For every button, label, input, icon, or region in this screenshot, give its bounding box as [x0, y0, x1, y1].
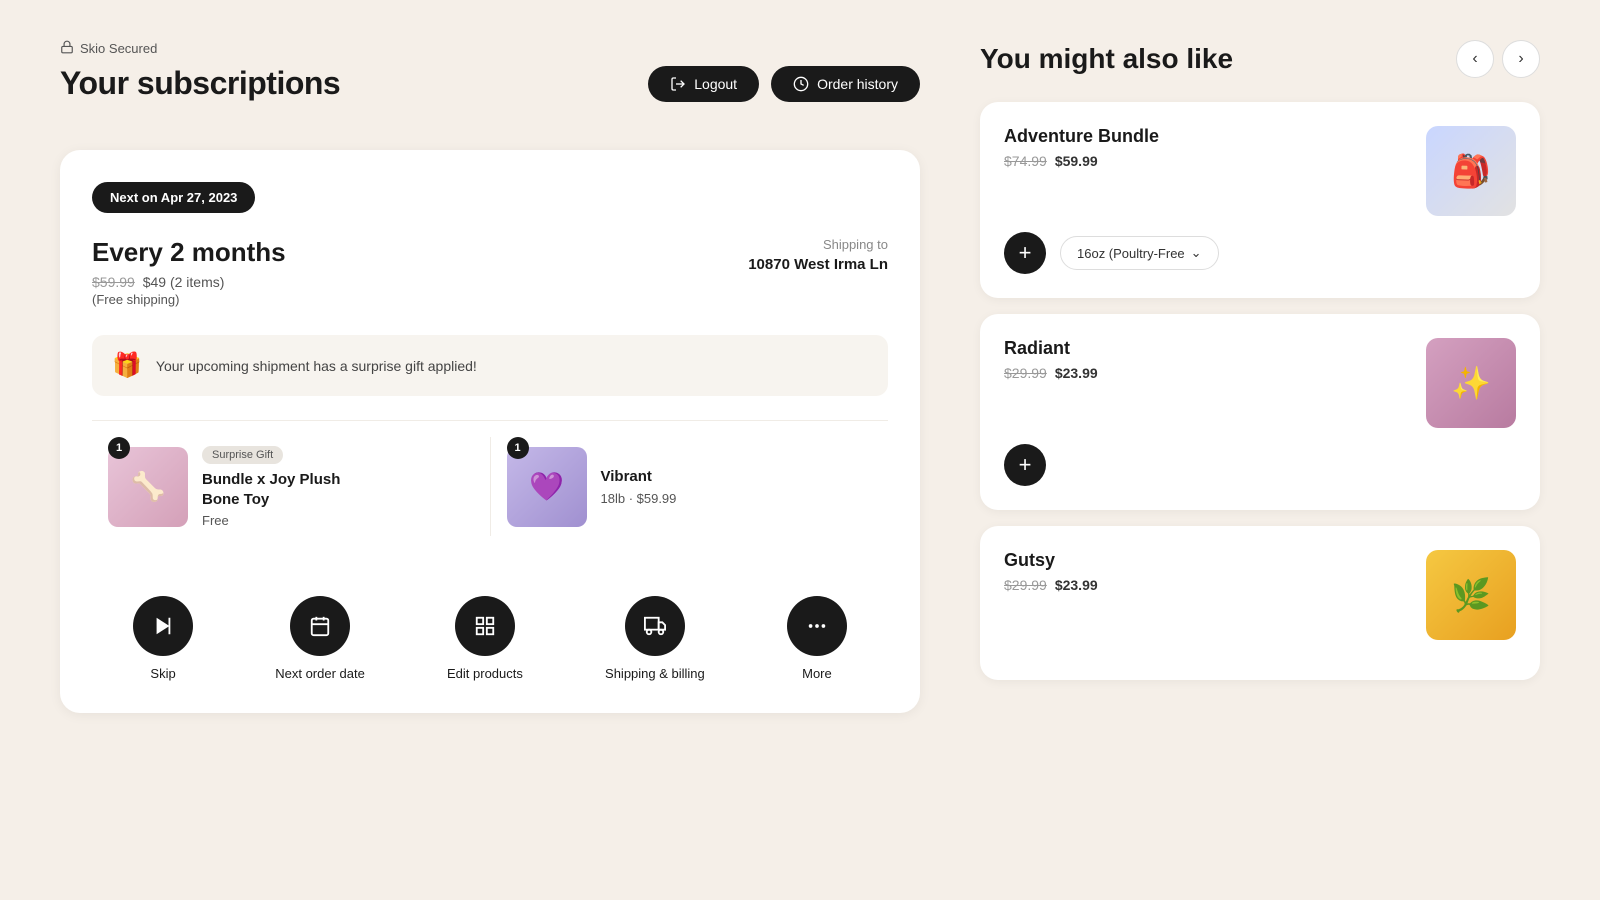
- product-item: 1 💜 Vibrant 18lb · $59.99: [491, 437, 889, 536]
- free-shipping: (Free shipping): [92, 292, 286, 307]
- subscription-info: Every 2 months $59.99 $49 (2 items) (Fre…: [92, 237, 888, 307]
- header-buttons: Logout Order history: [648, 66, 920, 102]
- add-adventure-button[interactable]: +: [1004, 232, 1046, 274]
- edit-products-button[interactable]: Edit products: [447, 596, 523, 681]
- subscription-left: Every 2 months $59.99 $49 (2 items) (Fre…: [92, 237, 286, 307]
- subscription-right: Shipping to 10870 West Irma Ln: [748, 237, 888, 273]
- logout-button[interactable]: Logout: [648, 66, 759, 102]
- upsell-title: You might also like: [980, 43, 1233, 75]
- upsell-product-title: Gutsy: [1004, 550, 1098, 571]
- nav-next-button[interactable]: ›: [1502, 40, 1540, 78]
- product-badge: 1: [507, 437, 529, 459]
- shipping-billing-button[interactable]: Shipping & billing: [605, 596, 705, 681]
- skip-button[interactable]: Skip: [133, 596, 193, 681]
- subscription-frequency: Every 2 months: [92, 237, 286, 268]
- logout-icon: [670, 76, 686, 92]
- nav-prev-button[interactable]: ‹: [1456, 40, 1494, 78]
- variant-select-adventure[interactable]: 16oz (Poultry-Free ⌄: [1060, 236, 1219, 270]
- product-item: 1 🦴 Surprise Gift Bundle x Joy PlushBone…: [92, 437, 491, 536]
- upsell-product-image: 🎒: [1426, 126, 1516, 216]
- page-title: Your subscriptions: [60, 65, 340, 102]
- more-button[interactable]: More: [787, 596, 847, 681]
- grid-icon: [474, 615, 496, 637]
- upsell-product-image-radiant: ✨: [1426, 338, 1516, 428]
- upsell-header: You might also like ‹ ›: [980, 40, 1540, 78]
- nav-buttons: ‹ ›: [1456, 40, 1540, 78]
- upsell-product-title: Adventure Bundle: [1004, 126, 1159, 147]
- upsell-card-radiant: Radiant $29.99 $23.99 ✨ +: [980, 314, 1540, 510]
- skip-icon-circle: [133, 596, 193, 656]
- secured-badge: Skio Secured: [60, 40, 920, 57]
- actions-row: Skip Next order date: [92, 580, 888, 681]
- upsell-card-adventure: Adventure Bundle $74.99 $59.99 🎒 + 16oz …: [980, 102, 1540, 298]
- dots-icon-circle: [787, 596, 847, 656]
- next-order-date-button[interactable]: Next order date: [275, 596, 365, 681]
- skip-icon: [152, 615, 174, 637]
- product-info: Surprise Gift Bundle x Joy PlushBone Toy…: [202, 445, 340, 528]
- truck-icon-circle: [625, 596, 685, 656]
- calendar-icon: [309, 615, 331, 637]
- chevron-down-icon: ⌄: [1191, 245, 1202, 261]
- right-panel: You might also like ‹ › Adventure Bundle…: [980, 40, 1540, 860]
- calendar-icon-circle: [290, 596, 350, 656]
- gift-notice: 🎁 Your upcoming shipment has a surprise …: [92, 335, 888, 396]
- upsell-product-title: Radiant: [1004, 338, 1098, 359]
- add-radiant-button[interactable]: +: [1004, 444, 1046, 486]
- grid-icon-circle: [455, 596, 515, 656]
- gift-icon: 🎁: [112, 351, 142, 380]
- next-date-badge: Next on Apr 27, 2023: [92, 182, 255, 213]
- subscription-pricing: $59.99 $49 (2 items): [92, 274, 286, 290]
- history-icon: [793, 76, 809, 92]
- truck-icon: [644, 615, 666, 637]
- upsell-product-image-gutsy: 🌿: [1426, 550, 1516, 640]
- order-history-button[interactable]: Order history: [771, 66, 920, 102]
- dots-icon: [806, 615, 828, 637]
- upsell-card-gutsy: Gutsy $29.99 $23.99 🌿: [980, 526, 1540, 680]
- lock-icon: [60, 40, 74, 57]
- subscription-card: Next on Apr 27, 2023 Every 2 months $59.…: [60, 150, 920, 713]
- product-info: Vibrant 18lb · $59.99: [601, 467, 677, 506]
- products-row: 1 🦴 Surprise Gift Bundle x Joy PlushBone…: [92, 420, 888, 552]
- page-header: Your subscriptions Logout: [60, 65, 920, 102]
- product-badge: 1: [108, 437, 130, 459]
